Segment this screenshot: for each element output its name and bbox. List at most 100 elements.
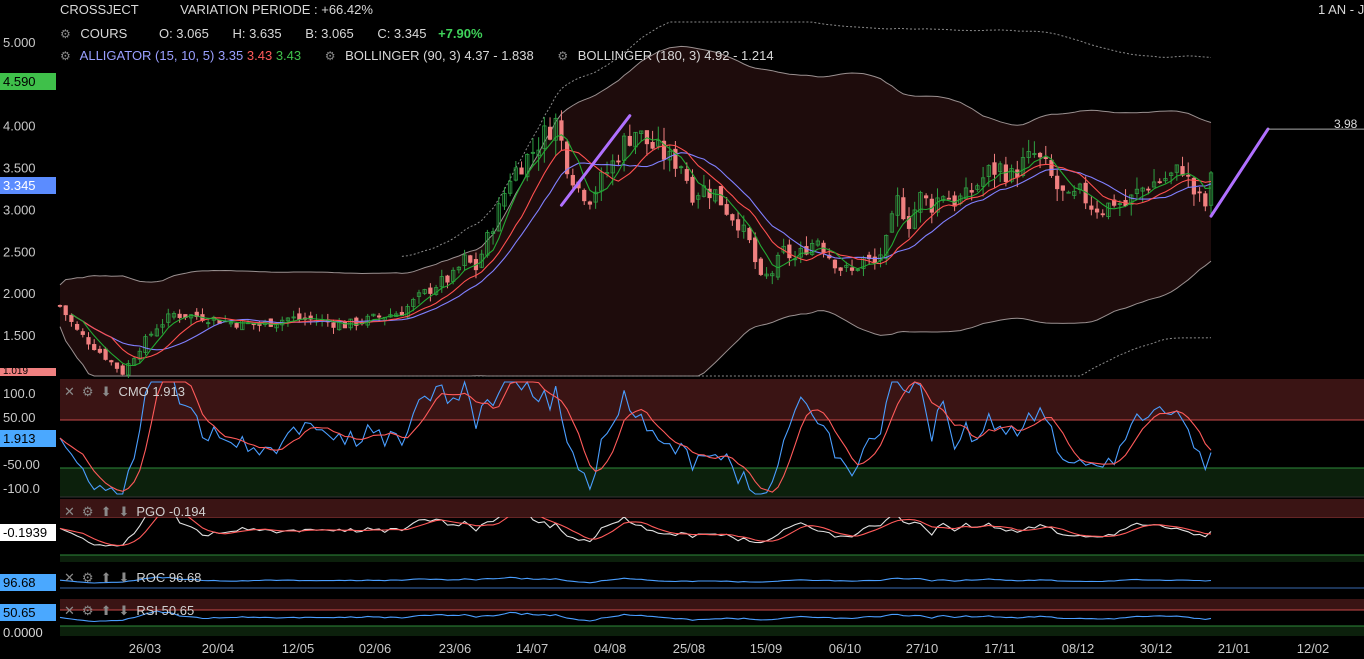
- gear-icon[interactable]: ⚙: [82, 504, 94, 519]
- candle-body: [297, 313, 302, 320]
- candle-body: [445, 275, 450, 283]
- candle-body: [969, 190, 974, 193]
- candle-body: [1049, 159, 1054, 176]
- candle-body: [519, 167, 524, 175]
- y-tick-label: 3.000: [3, 202, 36, 217]
- close-icon[interactable]: ✕: [64, 603, 75, 618]
- gear-icon[interactable]: ⚙: [557, 49, 568, 63]
- range-selector[interactable]: 1 AN - J: [1318, 2, 1364, 17]
- arrow-down-icon[interactable]: ⬇: [118, 504, 129, 519]
- candle-body: [1146, 188, 1151, 191]
- candle-body: [109, 360, 114, 363]
- rsi-label: RSI 50.65: [136, 603, 195, 618]
- candle-body: [901, 197, 906, 220]
- variation-text: VARIATION PERIODE : +66.42%: [180, 2, 373, 17]
- x-tick-label: 27/10: [906, 641, 939, 656]
- gear-icon[interactable]: ⚙: [325, 49, 336, 63]
- arrow-down-icon[interactable]: ⬇: [118, 603, 129, 618]
- chart-canvas[interactable]: 5.000 4.000 3.500 3.000 2.500 2.000 1.500 100.0…: [0, 0, 1364, 659]
- candle-body: [582, 189, 587, 202]
- pgo-value-tag: -0.1939: [0, 524, 56, 541]
- alligator-label: ALLIGATOR (15, 10, 5): [79, 48, 215, 63]
- candle-body: [547, 126, 553, 140]
- arrow-up-icon[interactable]: ⬆: [101, 504, 112, 519]
- candle-body: [1037, 152, 1043, 158]
- candle-body: [74, 323, 80, 330]
- gear-icon[interactable]: ⚙: [82, 603, 94, 618]
- candle-body: [724, 204, 729, 215]
- y-tick-label: 5.000: [3, 35, 36, 50]
- candle-body: [69, 314, 74, 322]
- candle-body: [730, 214, 735, 221]
- x-tick-label: 23/06: [439, 641, 472, 656]
- cmo-panel-title: ✕ ⚙ ⬇ CMO 1.913: [64, 384, 185, 400]
- gear-icon[interactable]: ⚙: [82, 384, 94, 399]
- candle-body: [331, 322, 336, 328]
- candle-body: [952, 195, 957, 207]
- candle-body: [1157, 181, 1162, 184]
- alligator-value-1: 3.35: [217, 48, 244, 63]
- candle-body: [1100, 213, 1105, 216]
- candle-body: [684, 169, 689, 181]
- arrow-up-icon[interactable]: ⬆: [101, 570, 112, 585]
- x-tick-label: 20/04: [202, 641, 235, 656]
- candle-body: [376, 315, 382, 318]
- x-tick-label: 17/11: [984, 641, 1016, 656]
- y-tick-label: 2.500: [3, 244, 36, 259]
- candle-body: [924, 195, 929, 199]
- candle-body: [570, 175, 575, 186]
- x-tick-label: 25/08: [673, 641, 706, 656]
- cmo-tick-label: -50.00: [3, 457, 40, 472]
- x-tick-label: 04/08: [594, 641, 627, 656]
- candle-body: [747, 227, 752, 241]
- quote-low: B: 3.065: [305, 26, 354, 41]
- candle-body: [1203, 193, 1208, 207]
- low-price-tag: 1.019: [0, 368, 56, 376]
- candle-body: [559, 120, 564, 141]
- arrow-down-icon[interactable]: ⬇: [101, 384, 112, 399]
- x-tick-label: 21/01: [1218, 641, 1251, 656]
- candle-body: [97, 348, 102, 353]
- y-tick-label: 1.500: [3, 328, 36, 343]
- close-icon[interactable]: ✕: [64, 570, 75, 585]
- candle-body: [86, 337, 91, 345]
- x-tick-label: 06/10: [829, 641, 862, 656]
- candle-body: [587, 201, 593, 205]
- candle-body: [120, 365, 125, 375]
- candle-body: [1055, 175, 1060, 190]
- cmo-tick-label: 50.00: [3, 410, 36, 425]
- cmo-panel-oversold-zone: [60, 468, 1364, 497]
- cmo-value-tag: 1.913: [0, 430, 56, 447]
- candle-body: [1089, 205, 1094, 210]
- trend-target-label: 3.98: [1334, 117, 1358, 131]
- candle-body: [735, 219, 741, 231]
- gear-icon[interactable]: ⚙: [60, 49, 71, 63]
- arrow-up-icon[interactable]: ⬆: [101, 603, 112, 618]
- pgo-panel-oversold-zone: [60, 555, 1364, 562]
- rsi-panel-overbought-zone: [60, 599, 1364, 610]
- close-icon[interactable]: ✕: [64, 384, 75, 399]
- candle-body: [627, 135, 632, 146]
- quote-change: +7.90%: [438, 26, 483, 41]
- header-bar: CROSSJECT VARIATION PERIODE : +66.42%: [60, 2, 373, 17]
- cmo-label: CMO 1.913: [118, 384, 185, 399]
- quote-row: ⚙ COURS O: 3.065 H: 3.635 B: 3.065 C: 3.…: [60, 26, 483, 41]
- arrow-down-icon[interactable]: ⬇: [118, 570, 129, 585]
- candle-body: [80, 331, 85, 335]
- cmo-tick-label: 100.0: [3, 386, 36, 401]
- y-tick-label: 2.000: [3, 286, 36, 301]
- x-tick-label: 26/03: [129, 641, 162, 656]
- candle-body: [650, 142, 655, 149]
- roc-label: ROC 96.68: [136, 570, 202, 585]
- gear-icon[interactable]: ⚙: [60, 27, 71, 41]
- close-icon[interactable]: ✕: [64, 504, 75, 519]
- x-tick-label: 15/09: [750, 641, 783, 656]
- gear-icon[interactable]: ⚙: [82, 570, 94, 585]
- candle-body: [838, 267, 843, 271]
- symbol-name: CROSSJECT: [60, 2, 139, 17]
- candle-body: [234, 323, 239, 328]
- pgo-label: PGO -0.194: [136, 504, 206, 519]
- last-price-tag: 3.345: [0, 177, 56, 194]
- bollinger-180-label: BOLLINGER (180, 3) 4.92 - 1.214: [577, 48, 774, 63]
- candle-body: [114, 362, 120, 369]
